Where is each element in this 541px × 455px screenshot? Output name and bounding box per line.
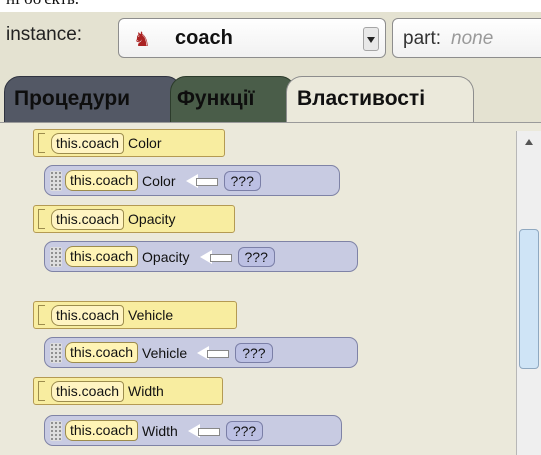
tile-prefix: this.coach: [51, 380, 125, 402]
drag-grip-icon[interactable]: [50, 342, 62, 363]
assign-arrow-icon: [199, 249, 232, 264]
getter-bracket: [38, 209, 45, 229]
assign-arrow-icon: [187, 423, 220, 438]
property-getter-tile[interactable]: this.coach Opacity: [33, 205, 235, 233]
properties-panel: this.coach Color this.coach Color ??? th…: [0, 122, 541, 455]
scroll-up-icon[interactable]: [521, 135, 537, 151]
property-setter-tile[interactable]: this.coach Width ???: [44, 415, 342, 446]
drag-grip-icon[interactable]: [50, 246, 62, 267]
tile-property-name: Opacity: [128, 211, 176, 227]
assign-arrow-icon: [185, 173, 218, 188]
getter-bracket: [38, 381, 45, 401]
chevron-down-icon[interactable]: [363, 27, 379, 51]
assign-arrow-icon: [197, 345, 230, 360]
property-setter-tile[interactable]: this.coach Color ???: [44, 165, 340, 196]
instance-label: instance:: [6, 24, 83, 45]
tile-property-name: Color: [128, 135, 162, 151]
part-label: part:: [403, 28, 442, 49]
tile-prefix: this.coach: [65, 420, 139, 441]
tab-functions-label: Функції: [177, 87, 255, 110]
drag-grip-icon[interactable]: [50, 170, 62, 191]
property-getter-tile[interactable]: this.coach Width: [33, 377, 223, 405]
coach-icon: ♞: [133, 29, 151, 51]
tile-prefix: this.coach: [51, 132, 125, 154]
tile-property-name: Opacity: [142, 248, 190, 265]
tile-prefix: this.coach: [65, 246, 139, 267]
tab-procedures-label: Процедури: [14, 87, 131, 110]
tile-prefix: this.coach: [51, 304, 125, 326]
tile-prefix: this.coach: [65, 342, 139, 363]
tile-property-name: Color: [142, 172, 176, 189]
part-dropdown[interactable]: part: none: [392, 18, 541, 58]
getter-bracket: [38, 305, 45, 325]
tile-value-slot[interactable]: ???: [237, 246, 275, 267]
tile-prefix: this.coach: [51, 208, 125, 230]
property-setter-tile[interactable]: this.coach Opacity ???: [44, 241, 358, 272]
tile-property-name: Width: [128, 383, 164, 399]
tile-property-name: Vehicle: [142, 344, 188, 361]
vertical-scrollbar[interactable]: [516, 131, 541, 455]
tab-properties-label: Властивості: [297, 87, 426, 110]
tile-property-name: Width: [142, 422, 178, 439]
instance-value: coach: [175, 27, 233, 49]
getter-bracket: [38, 133, 45, 153]
tile-prefix: this.coach: [65, 170, 139, 191]
property-setter-tile[interactable]: this.coach Vehicle ???: [44, 337, 358, 368]
property-getter-tile[interactable]: this.coach Color: [33, 129, 225, 157]
partial-caption: ні об'єкть.: [0, 0, 541, 12]
property-getter-tile[interactable]: this.coach Vehicle: [33, 301, 237, 329]
partial-caption-text: ні об'єкть.: [6, 0, 79, 9]
tile-value-slot[interactable]: ???: [225, 420, 264, 441]
part-value: none: [451, 28, 494, 49]
drag-grip-icon[interactable]: [50, 420, 62, 441]
tile-property-name: Vehicle: [128, 307, 174, 323]
tile-value-slot[interactable]: ???: [235, 342, 273, 363]
scroll-thumb[interactable]: [519, 229, 539, 369]
instance-dropdown[interactable]: ♞ coach: [118, 18, 386, 58]
tile-value-slot[interactable]: ???: [223, 170, 261, 191]
